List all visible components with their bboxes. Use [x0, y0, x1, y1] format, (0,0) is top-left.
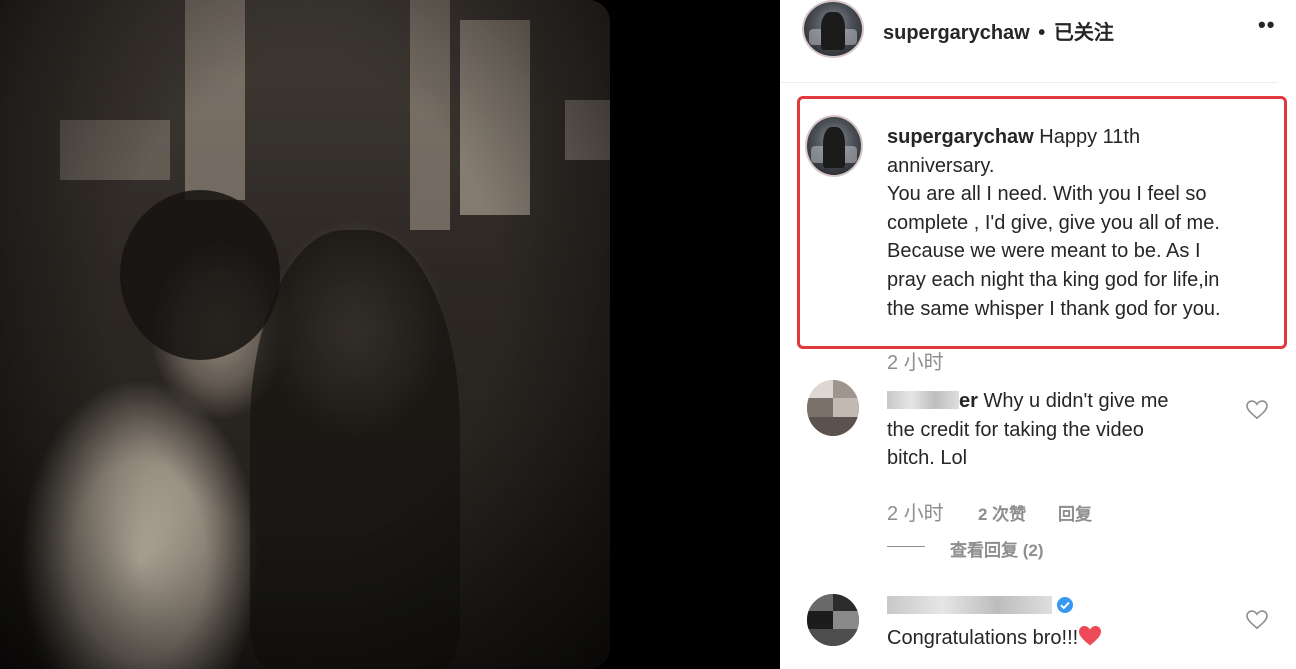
comment-username-blurred[interactable] [887, 596, 1052, 614]
view-replies-button[interactable]: 查看回复 (2) [950, 536, 1044, 561]
comment-text: Congratulations bro!!! [887, 624, 1102, 653]
caption-first-line: Happy 11th [1039, 126, 1141, 148]
video-frame[interactable] [0, 0, 610, 669]
red-heart-emoji-icon [1079, 626, 1102, 646]
caption-line: Because we were meant to be. As I [887, 240, 1201, 263]
caption-line: anniversary. [887, 154, 995, 177]
header-separator: • [1038, 22, 1046, 44]
comment-likes-count[interactable]: 2 次赞 [978, 500, 1026, 525]
comment-avatar[interactable] [807, 380, 859, 436]
like-heart-icon[interactable] [1246, 400, 1268, 420]
view-replies-line [887, 546, 925, 547]
caption-line: the same whisper I thank god for you. [887, 297, 1221, 320]
caption-line: pray each night tha king god for life,in [887, 268, 1220, 291]
comment-username-blurred[interactable] [887, 391, 959, 409]
post-header: supergarychaw • 已关注 [883, 16, 1114, 45]
comment-text: er Why u didn't give me the credit for t… [887, 387, 1227, 473]
post-sidebar: supergarychaw • 已关注 •• supergarychaw Hap… [780, 0, 1296, 669]
header-username[interactable]: supergarychaw [883, 22, 1030, 44]
caption-timestamp: 2 小时 [887, 352, 944, 374]
comment-line: the credit for taking the video [887, 418, 1144, 441]
caption-line: You are all I need. With you I feel so [887, 183, 1207, 206]
more-options-icon[interactable]: •• [1258, 12, 1275, 38]
follow-status-button[interactable]: 已关注 [1054, 22, 1114, 44]
comment-reply-button[interactable]: 回复 [1058, 500, 1092, 525]
comment-line: Congratulations bro!!! [887, 627, 1079, 649]
header-avatar[interactable] [802, 0, 864, 58]
comment-line: Why u didn't give me [983, 390, 1169, 412]
comment-timestamp: 2 小时 [887, 503, 944, 525]
verified-badge-icon [1057, 597, 1074, 613]
like-heart-icon[interactable] [1246, 610, 1268, 630]
comment-username-row [887, 596, 1074, 618]
comment-avatar[interactable] [807, 594, 859, 646]
caption-username[interactable]: supergarychaw [887, 126, 1034, 148]
caption-line: complete , I'd give, give you all of me. [887, 211, 1220, 234]
caption-text: supergarychaw Happy 11th anniversary. Yo… [887, 123, 1277, 323]
comment-username-tail[interactable]: er [959, 390, 978, 412]
post-media[interactable] [0, 0, 780, 669]
header-divider [780, 82, 1278, 83]
caption-avatar[interactable] [805, 115, 863, 177]
comment-line: bitch. Lol [887, 447, 968, 470]
